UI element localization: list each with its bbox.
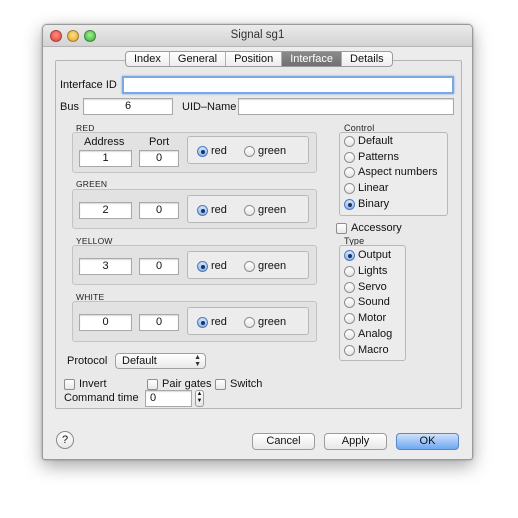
uid-name-input[interactable] [238,98,454,115]
switch-checkbox[interactable]: Switch [215,378,262,390]
type-lights-radio[interactable]: Lights [344,265,387,277]
tab-details[interactable]: Details [342,52,392,66]
type-radiogroup: Output Lights Servo Sound Motor Analog M… [339,245,406,361]
type-servo-radio[interactable]: Servo [344,281,387,293]
control-aspect-numbers-radio[interactable]: Aspect numbers [344,166,437,178]
command-time-input[interactable]: 0 [145,390,192,407]
bus-label: Bus [60,101,79,113]
protocol-label: Protocol [67,355,108,367]
tab-bar: Index General Position Interface Details [125,51,393,67]
yellow-address-input[interactable]: 3 [79,258,132,275]
interface-id-label: Interface ID [60,79,117,91]
yellow-color-radiogroup: red green [187,251,309,279]
control-binary-radio[interactable]: Binary [344,198,389,210]
type-macro-radio[interactable]: Macro [344,344,389,356]
control-default-radio[interactable]: Default [344,135,393,147]
green-group-title: GREEN [76,179,108,189]
red-aspect-group: Address Port 1 0 red green [72,132,317,173]
yellow-aspect-group: 3 0 red green [72,245,317,285]
tab-position[interactable]: Position [226,52,283,66]
title-bar: Signal sg1 [43,25,472,47]
signal-dialog: Signal sg1 Interface ID Bus 6 UID–Name R… [42,24,473,460]
tab-interface[interactable]: Interface [282,52,343,66]
red-port-input[interactable]: 0 [139,150,179,167]
white-aspect-group: 0 0 red green [72,301,317,342]
updown-icon: ▲ ▼ [194,354,201,368]
green-aspect-group: 2 0 red green [72,189,317,229]
white-color-radiogroup: red green [187,307,309,335]
type-sound-radio[interactable]: Sound [344,296,390,308]
invert-checkbox[interactable]: Invert [64,378,107,390]
white-address-input[interactable]: 0 [79,314,132,331]
white-red-radio[interactable]: red [197,316,227,328]
green-green-radio[interactable]: green [244,204,286,216]
tab-index[interactable]: Index [126,52,170,66]
white-port-input[interactable]: 0 [139,314,179,331]
help-button[interactable]: ? [56,431,74,449]
command-time-label: Command time [64,392,139,404]
yellow-red-radio[interactable]: red [197,260,227,272]
apply-button[interactable]: Apply [324,433,387,450]
control-linear-radio[interactable]: Linear [344,182,389,194]
accessory-checkbox[interactable]: Accessory [336,222,402,234]
pair-gates-checkbox[interactable]: Pair gates [147,378,212,390]
command-time-stepper[interactable]: ▲ ▼ [195,390,204,407]
cancel-button[interactable]: Cancel [252,433,315,450]
tab-content-panel: Interface ID Bus 6 UID–Name RED Address … [55,60,462,409]
yellow-green-radio[interactable]: green [244,260,286,272]
green-color-radiogroup: red green [187,195,309,223]
uid-name-label: UID–Name [182,101,237,113]
tab-general[interactable]: General [170,52,227,66]
red-address-input[interactable]: 1 [79,150,132,167]
red-color-radiogroup: red green [187,136,309,164]
green-red-radio[interactable]: red [197,204,227,216]
protocol-select[interactable]: Default ▲ ▼ [115,353,206,369]
address-label: Address [84,136,125,148]
window-title: Signal sg1 [230,29,285,41]
ok-button[interactable]: OK [396,433,459,450]
control-patterns-radio[interactable]: Patterns [344,151,399,163]
red-green-radio[interactable]: green [244,145,286,157]
type-output-radio[interactable]: Output [344,249,391,261]
red-red-radio[interactable]: red [197,145,227,157]
control-radiogroup: Default Patterns Aspect numbers Linear B… [339,132,448,216]
type-analog-radio[interactable]: Analog [344,328,392,340]
type-motor-radio[interactable]: Motor [344,312,386,324]
port-label: Port [149,136,170,148]
green-address-input[interactable]: 2 [79,202,132,219]
white-green-radio[interactable]: green [244,316,286,328]
interface-id-input[interactable] [122,76,454,94]
bus-input[interactable]: 6 [83,98,173,115]
green-port-input[interactable]: 0 [139,202,179,219]
yellow-port-input[interactable]: 0 [139,258,179,275]
